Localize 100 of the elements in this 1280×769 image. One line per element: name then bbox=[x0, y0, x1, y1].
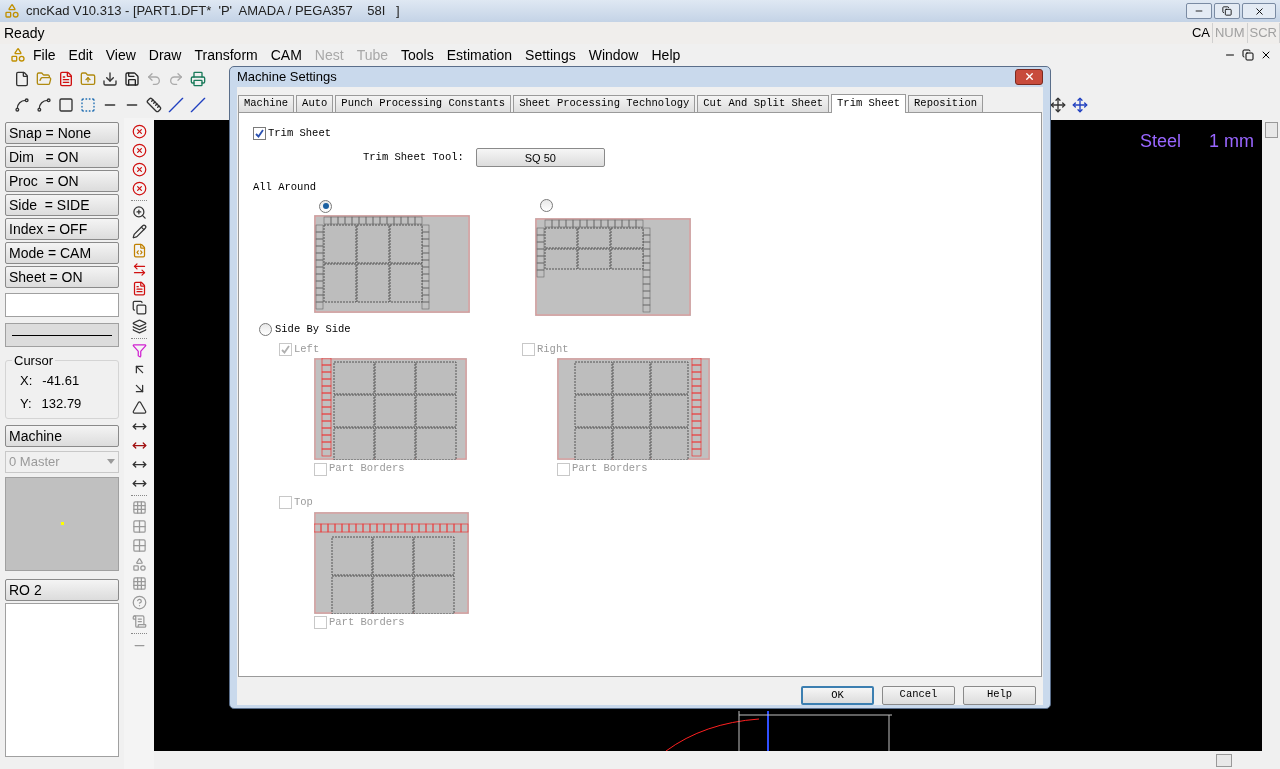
tool-button[interactable]: SQ 50 bbox=[475, 148, 605, 168]
status-text: Ready bbox=[4, 23, 45, 43]
printer-icon[interactable] bbox=[190, 71, 206, 87]
close-icon[interactable] bbox=[1260, 49, 1272, 61]
grid-icon[interactable] bbox=[131, 576, 147, 591]
restore-button[interactable] bbox=[1214, 3, 1240, 19]
menu-item[interactable]: Help bbox=[645, 44, 687, 66]
checkbox-label: Part Borders bbox=[572, 461, 648, 477]
toggle-button[interactable]: Sheet = ON bbox=[5, 266, 119, 288]
menu-item[interactable]: Tools bbox=[395, 44, 440, 66]
thickness-label: 1 mm bbox=[1209, 130, 1254, 153]
slash-icon[interactable] bbox=[168, 97, 184, 113]
download-icon[interactable] bbox=[102, 71, 118, 87]
toggle-button[interactable]: Snap = None bbox=[5, 122, 119, 144]
slash-icon[interactable] bbox=[190, 97, 206, 113]
document-icon[interactable] bbox=[58, 71, 74, 87]
checkbox-label: Left bbox=[294, 341, 320, 357]
tab[interactable]: Punch Processing Constants bbox=[335, 94, 512, 112]
tab[interactable]: Auto bbox=[296, 94, 334, 112]
layers-icon[interactable] bbox=[131, 319, 147, 334]
square-icon[interactable] bbox=[80, 97, 96, 113]
tab[interactable]: Machine bbox=[238, 94, 295, 112]
cross-icon[interactable] bbox=[131, 124, 147, 139]
cross-icon[interactable] bbox=[131, 143, 147, 158]
zoom-icon[interactable] bbox=[131, 205, 147, 220]
app-logo-icon bbox=[10, 47, 26, 63]
grid-icon[interactable] bbox=[131, 519, 147, 534]
folder-icon[interactable] bbox=[36, 71, 52, 87]
restore-icon bbox=[1222, 6, 1232, 16]
arrows-icon[interactable] bbox=[131, 262, 147, 277]
app-logo-icon bbox=[4, 3, 20, 19]
checkbox-label: Top bbox=[294, 495, 313, 510]
checkbox-label: Trim Sheet bbox=[268, 125, 331, 141]
toggle-button[interactable]: Side = SIDE bbox=[5, 194, 119, 216]
curve-icon[interactable] bbox=[36, 97, 52, 113]
radio-button[interactable] bbox=[259, 323, 272, 337]
restore-icon[interactable] bbox=[1242, 49, 1254, 61]
status-indicator: NUM bbox=[1212, 23, 1248, 43]
ruler-icon[interactable] bbox=[146, 97, 162, 113]
radio-button[interactable] bbox=[319, 199, 332, 213]
grid-icon[interactable] bbox=[131, 538, 147, 553]
filter-icon[interactable] bbox=[131, 343, 147, 358]
toggle-button[interactable]: Mode = CAM bbox=[5, 242, 119, 264]
scroll-icon[interactable] bbox=[131, 614, 147, 629]
menu-item[interactable]: File bbox=[27, 44, 62, 66]
menu-item[interactable]: Settings bbox=[519, 44, 582, 66]
pencil-icon[interactable] bbox=[131, 224, 147, 239]
checkbox-label: Part Borders bbox=[329, 614, 405, 630]
folder-icon[interactable] bbox=[80, 71, 96, 87]
ro-button[interactable]: RO 2 bbox=[5, 578, 119, 601]
toggle-button[interactable]: Index = OFF bbox=[5, 218, 119, 240]
menu-item[interactable]: View bbox=[99, 44, 142, 66]
help-icon[interactable] bbox=[131, 595, 147, 610]
save-icon[interactable] bbox=[124, 71, 140, 87]
coordinate-value: -41.61 bbox=[42, 371, 80, 390]
menu-item[interactable]: Transform bbox=[188, 44, 264, 66]
menu-item[interactable]: CAM bbox=[264, 44, 308, 66]
grid-icon[interactable] bbox=[131, 500, 147, 515]
copy-icon[interactable] bbox=[131, 300, 147, 315]
line-style-button[interactable] bbox=[5, 323, 119, 347]
menu-item[interactable]: Edit bbox=[62, 44, 99, 66]
close-button[interactable] bbox=[1242, 3, 1276, 19]
tab[interactable]: Sheet Processing Technology bbox=[513, 94, 696, 112]
dropdown-arrow-icon bbox=[107, 459, 115, 464]
status-indicator: CA bbox=[1189, 23, 1213, 43]
radio-button[interactable] bbox=[540, 199, 553, 212]
curve-icon[interactable] bbox=[14, 97, 30, 113]
menu-item[interactable]: Draw bbox=[142, 44, 188, 66]
close-button[interactable] bbox=[1015, 68, 1043, 85]
dialog-button[interactable]: Help bbox=[963, 685, 1036, 705]
checkbox-label: Part Borders bbox=[329, 461, 405, 477]
square-icon[interactable] bbox=[58, 97, 74, 113]
close-icon bbox=[1023, 71, 1035, 83]
checkbox-label: Right bbox=[537, 341, 569, 357]
cross-icon[interactable] bbox=[131, 181, 147, 196]
coordinate-value: 132.79 bbox=[41, 395, 82, 413]
window-title: cncKad V10.313 - [PART1.DFT* 'P' AMADA / PEGA357 58I ] bbox=[26, 2, 400, 21]
radio-label: Side By Side bbox=[275, 321, 351, 337]
cursor-title: Cursor bbox=[13, 352, 54, 370]
document-icon[interactable] bbox=[131, 281, 147, 296]
dialog-button[interactable]: Cancel bbox=[882, 685, 955, 705]
material-label: Steel bbox=[1139, 130, 1181, 153]
field-label: Trim Sheet Tool: bbox=[363, 149, 464, 165]
dialog-button[interactable]: OK bbox=[801, 685, 874, 705]
file-icon[interactable] bbox=[14, 71, 30, 87]
machine-button[interactable]: Machine bbox=[5, 424, 119, 447]
tab[interactable]: Reposition bbox=[908, 94, 984, 112]
tab[interactable]: Cut And Split Sheet bbox=[697, 94, 830, 112]
toggle-button[interactable]: Dim = ON bbox=[5, 146, 119, 168]
move-icon[interactable] bbox=[1072, 97, 1088, 113]
menu-item[interactable]: Estimation bbox=[440, 44, 519, 66]
toggle-button[interactable]: Proc = ON bbox=[5, 170, 119, 192]
move-icon[interactable] bbox=[1050, 97, 1066, 113]
menu-item[interactable]: Window bbox=[582, 44, 645, 66]
status-indicator: SCR bbox=[1247, 23, 1280, 43]
coordinate-label: Y: bbox=[20, 395, 32, 413]
cross-icon[interactable] bbox=[131, 162, 147, 177]
tab[interactable]: Trim Sheet bbox=[831, 93, 907, 113]
checkbox[interactable] bbox=[253, 126, 266, 140]
triangle-icon[interactable] bbox=[131, 400, 147, 415]
